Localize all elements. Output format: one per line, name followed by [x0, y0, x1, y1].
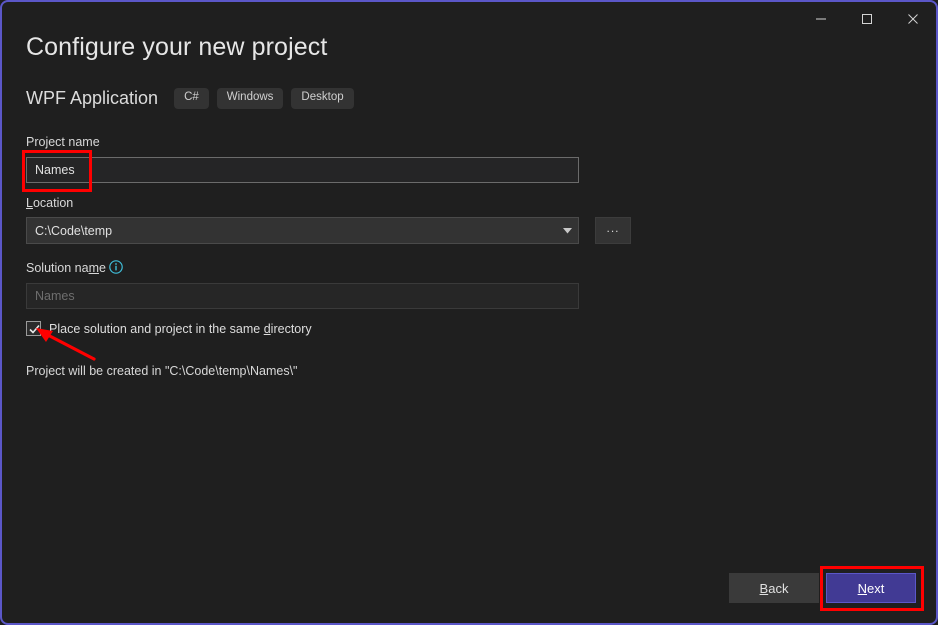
- location-label: Location: [26, 196, 73, 210]
- same-directory-checkbox-row[interactable]: Place solution and project in the same d…: [26, 321, 312, 336]
- project-name-input[interactable]: [26, 157, 579, 183]
- tag-pill-project-type: Desktop: [291, 88, 353, 109]
- maximize-icon: [861, 13, 873, 25]
- solution-name-input[interactable]: [26, 283, 579, 309]
- tag-pill-platform: Windows: [217, 88, 284, 109]
- same-directory-checkbox-label: Place solution and project in the same d…: [49, 322, 312, 336]
- location-label-text: ocation: [33, 196, 73, 210]
- next-button[interactable]: Next: [826, 573, 916, 603]
- minimize-icon: [815, 13, 827, 25]
- location-value: C:\Code\temp: [27, 224, 556, 238]
- back-button[interactable]: Back: [729, 573, 819, 603]
- checkbox-label-prefix: Place solution and project in the same: [49, 322, 264, 336]
- checkbox-label-accel: d: [264, 322, 271, 336]
- chevron-down-icon: [556, 228, 578, 234]
- browse-location-button[interactable]: ...: [595, 217, 631, 244]
- close-icon: [907, 13, 919, 25]
- same-directory-checkbox[interactable]: [26, 321, 41, 336]
- info-icon[interactable]: [109, 260, 123, 274]
- back-button-label: ack: [768, 581, 788, 596]
- solution-name-label: Solution name: [26, 261, 106, 275]
- page-title: Configure your new project: [26, 33, 327, 62]
- solution-name-label-prefix: Solution na: [26, 261, 89, 275]
- window-title-bar: [2, 2, 936, 36]
- project-name-label: Project name: [26, 135, 100, 149]
- next-button-accel: N: [858, 581, 867, 596]
- maximize-button[interactable]: [844, 2, 890, 36]
- template-summary: WPF Application C# Windows Desktop: [26, 88, 362, 109]
- template-name: WPF Application: [26, 88, 158, 109]
- configure-project-dialog: Configure your new project WPF Applicati…: [0, 0, 938, 625]
- next-button-label: ext: [867, 581, 884, 596]
- location-label-accel: L: [26, 196, 33, 210]
- checkbox-label-suffix: irectory: [271, 322, 312, 336]
- solution-name-label-accel: m: [89, 261, 99, 275]
- project-path-note: Project will be created in "C:\Code\temp…: [26, 364, 297, 378]
- back-button-accel: B: [760, 581, 769, 596]
- location-combobox[interactable]: C:\Code\temp: [26, 217, 579, 244]
- minimize-button[interactable]: [798, 2, 844, 36]
- close-button[interactable]: [890, 2, 936, 36]
- solution-name-label-suffix: e: [99, 261, 106, 275]
- tag-pill-language: C#: [174, 88, 209, 109]
- checkmark-icon: [28, 323, 41, 336]
